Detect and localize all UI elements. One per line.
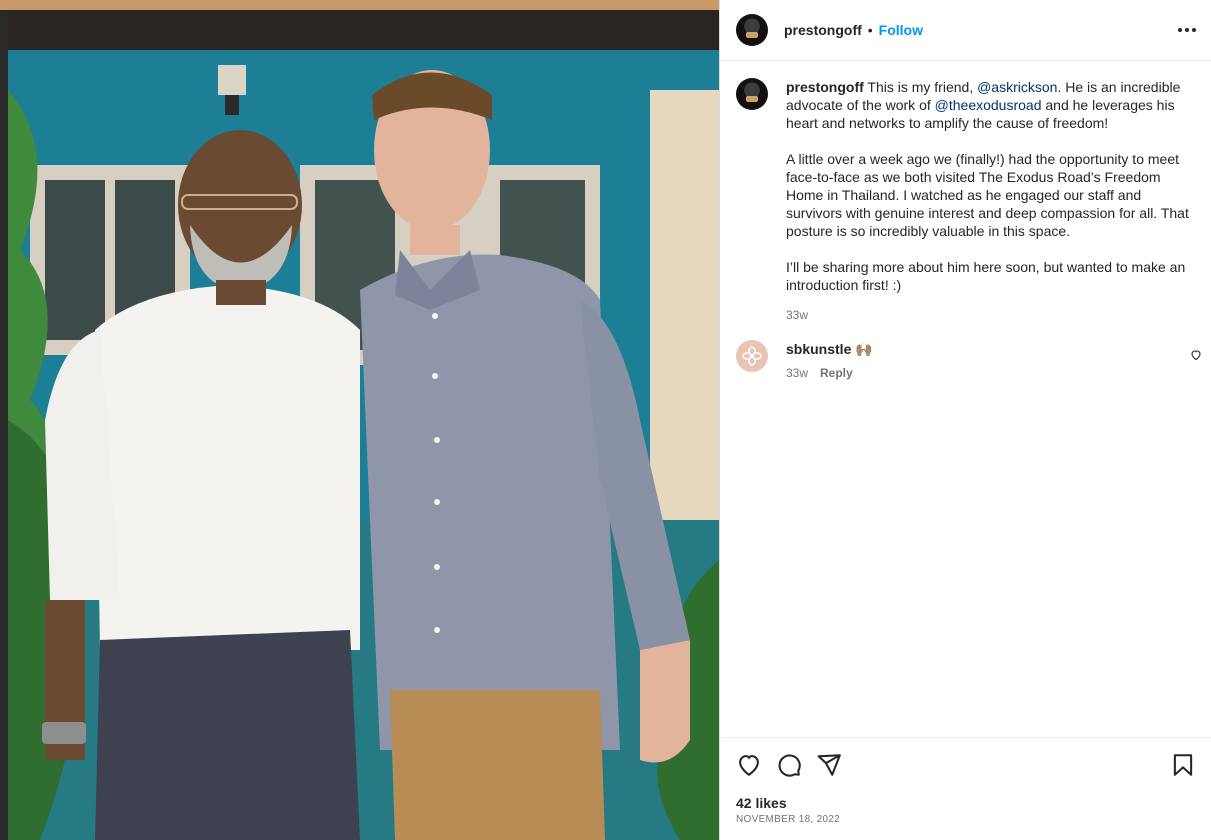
- mention-askrickson[interactable]: @askrickson: [977, 79, 1057, 95]
- post-photo: [0, 0, 719, 840]
- photo-left-edge: [0, 0, 8, 840]
- bookmark-icon[interactable]: [1170, 752, 1196, 783]
- heart-icon[interactable]: [736, 752, 762, 783]
- caption-text: prestongoff This is my friend, @askricks…: [786, 78, 1196, 324]
- reply-button[interactable]: Reply: [820, 366, 853, 380]
- post-actions: 42 likes NOVEMBER 18, 2022: [720, 737, 1211, 840]
- commenter-avatar[interactable]: [736, 340, 768, 372]
- comment-icon[interactable]: [776, 752, 802, 783]
- caption: prestongoff This is my friend, @askricks…: [736, 78, 1196, 324]
- comment-meta: 33w Reply: [786, 366, 1204, 380]
- comment-timestamp[interactable]: 33w: [786, 366, 808, 380]
- photo-top-edge: [0, 0, 719, 10]
- photo-illustration: [0, 0, 719, 840]
- post-header: prestongoff • Follow: [720, 0, 1211, 61]
- mention-theexodusroad[interactable]: @theexodusroad: [935, 97, 1042, 113]
- comment-item: sbkunstle 🙌🏽 33w Reply: [736, 340, 1204, 380]
- author-username[interactable]: prestongoff: [784, 22, 862, 38]
- action-bar: [736, 752, 1196, 778]
- likes-count[interactable]: 42 likes: [736, 795, 787, 811]
- comment-body: sbkunstle 🙌🏽 33w Reply: [786, 340, 1204, 380]
- send-icon[interactable]: [816, 752, 842, 783]
- author-avatar[interactable]: [736, 14, 768, 46]
- caption-avatar[interactable]: [736, 78, 768, 110]
- caption-username[interactable]: prestongoff: [786, 79, 864, 95]
- caption-timestamp[interactable]: 33w: [786, 306, 1196, 324]
- more-options-icon[interactable]: [1178, 28, 1196, 32]
- post-date: NOVEMBER 18, 2022: [736, 814, 841, 825]
- comment-username[interactable]: sbkunstle: [786, 341, 851, 357]
- caption-paragraph-2: A little over a week ago we (finally!) h…: [786, 151, 1189, 239]
- follow-button[interactable]: Follow: [879, 22, 923, 38]
- comment-text: 🙌🏽: [855, 341, 873, 357]
- header-separator: •: [867, 22, 873, 38]
- caption-p1-a: This is my friend,: [863, 79, 978, 95]
- comment-heart-icon[interactable]: [1190, 348, 1202, 366]
- caption-paragraph-3: I’ll be sharing more about him here soon…: [786, 259, 1186, 293]
- comment-line: sbkunstle 🙌🏽: [786, 340, 1204, 358]
- flower-icon: [742, 346, 762, 366]
- post-details-panel: prestongoff • Follow prestongoff This is…: [719, 0, 1211, 840]
